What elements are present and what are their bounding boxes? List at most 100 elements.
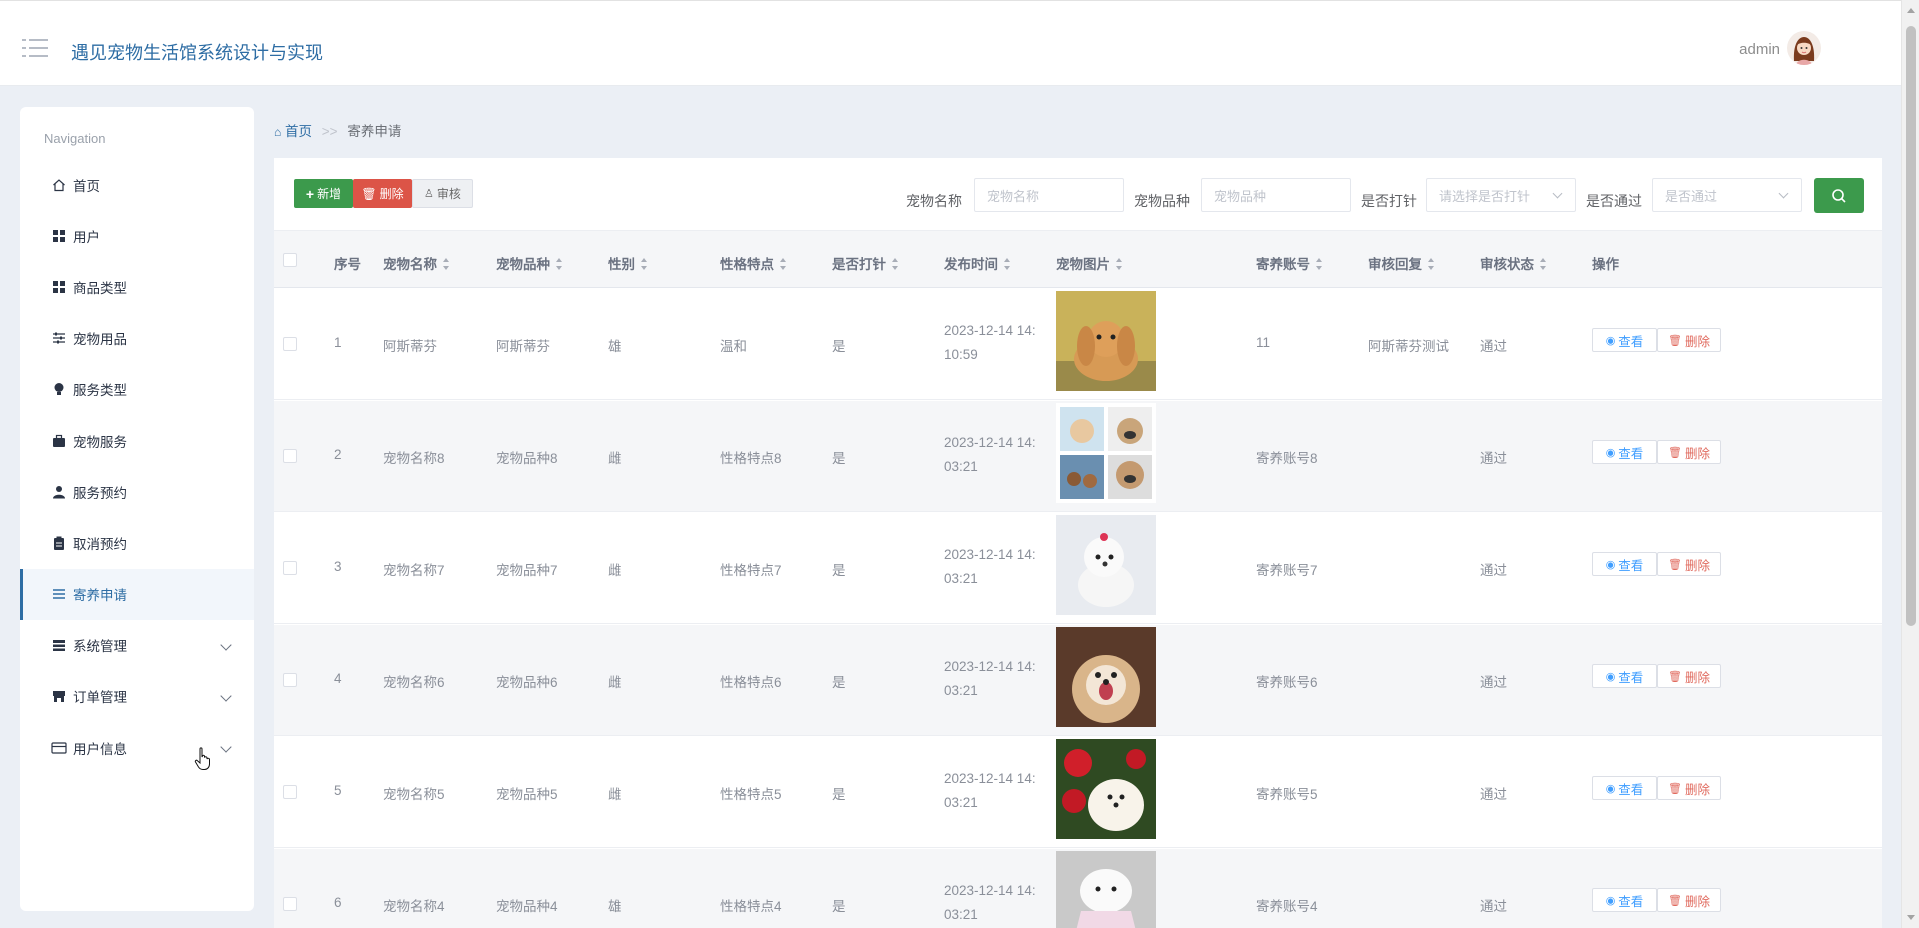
row-delete-button[interactable]: 🗑︎ 删除 <box>1657 440 1721 464</box>
row-checkbox[interactable] <box>283 673 297 687</box>
cell-account: 寄养账号8 <box>1256 451 1318 466</box>
cell-no: 3 <box>334 559 342 574</box>
table-row: 5 宠物名称5 宠物品种5 雌 性格特点5 是 2023-12-14 14:03… <box>274 737 1882 848</box>
card-icon <box>51 740 67 756</box>
pet-image[interactable] <box>1056 627 1156 727</box>
col-header-sortable[interactable]: 是否打针 <box>832 253 899 273</box>
scroll-down-icon[interactable] <box>1907 915 1915 920</box>
cell-no: 6 <box>334 895 342 910</box>
col-header-sortable[interactable]: 宠物品种 <box>496 253 563 273</box>
menu-toggle-icon[interactable] <box>22 38 48 58</box>
select-all-checkbox[interactable] <box>283 253 297 267</box>
cell-publish-time: 2023-12-14 14:03:21 <box>944 883 1036 922</box>
page-scrollbar[interactable] <box>1901 0 1919 928</box>
cell-sex: 雄 <box>608 899 622 914</box>
cell-account: 寄养账号7 <box>1256 563 1318 578</box>
sidebar-item-pet-services[interactable]: 宠物服务 <box>20 415 254 466</box>
cell-trait: 性格特点8 <box>720 451 782 466</box>
row-delete-button[interactable]: 🗑︎ 删除 <box>1657 664 1721 688</box>
view-button[interactable]: ◉ 查看 <box>1592 440 1657 464</box>
col-header-sortable[interactable]: 性别 <box>608 253 648 273</box>
row-checkbox[interactable] <box>283 897 297 911</box>
sidebar-item-service-types[interactable]: 服务类型 <box>20 364 254 415</box>
sidebar-item-label: 用户 <box>73 229 100 245</box>
sidebar-item-home[interactable]: 首页 <box>20 159 254 210</box>
cell-publish-time: 2023-12-14 14:10:59 <box>944 323 1036 362</box>
pet-breed-input[interactable]: 宠物品种 <box>1201 178 1351 212</box>
sidebar-item-users[interactable]: 用户 <box>20 210 254 261</box>
filter-name-label: 宠物名称 <box>906 193 962 209</box>
cell-vaccine: 是 <box>832 339 846 354</box>
sidebar-item-boarding-application[interactable]: 寄养申请 <box>20 568 254 620</box>
cell-publish-time: 2023-12-14 14:03:21 <box>944 771 1036 810</box>
pet-name-input[interactable]: 宠物名称 <box>974 178 1124 212</box>
cell-sex: 雌 <box>608 451 622 466</box>
col-header-sortable[interactable]: 宠物名称 <box>383 253 450 273</box>
row-delete-button[interactable]: 🗑︎ 删除 <box>1657 328 1721 352</box>
col-header-sortable[interactable]: 性格特点 <box>720 253 787 273</box>
pass-select[interactable]: 是否通过 <box>1652 178 1802 212</box>
row-checkbox[interactable] <box>283 449 297 463</box>
view-button[interactable]: ◉ 查看 <box>1592 888 1657 912</box>
audit-button[interactable]: ♙ 审核 <box>412 179 473 208</box>
sidebar: Navigation 首页 用户 商品类型 宠物用品 服务类型 宠物服务 服务预… <box>20 107 254 911</box>
col-header-sortable[interactable]: 审核状态 <box>1480 253 1547 273</box>
view-button[interactable]: ◉ 查看 <box>1592 552 1657 576</box>
pet-image[interactable] <box>1056 515 1156 615</box>
sidebar-item-label: 订单管理 <box>73 690 127 706</box>
pet-image[interactable] <box>1056 291 1156 391</box>
cell-sex: 雌 <box>608 675 622 690</box>
bulb-icon <box>51 381 67 397</box>
row-checkbox[interactable] <box>283 785 297 799</box>
search-button[interactable] <box>1814 178 1864 213</box>
row-delete-button[interactable]: 🗑︎ 删除 <box>1657 776 1721 800</box>
nav-list: 首页 用户 商品类型 宠物用品 服务类型 宠物服务 服务预约 取消预约 寄养申请… <box>20 159 254 773</box>
view-button[interactable]: ◉ 查看 <box>1592 776 1657 800</box>
add-button[interactable]: + 新增 <box>294 179 353 208</box>
table-row: 4 宠物名称6 宠物品种6 雌 性格特点6 是 2023-12-14 14:03… <box>274 625 1882 736</box>
pet-image[interactable] <box>1056 739 1156 839</box>
col-header-sortable[interactable]: 审核回复 <box>1368 253 1435 273</box>
grid-icon <box>51 279 67 295</box>
app-title: 遇见宠物生活馆系统设计与实现 <box>71 43 323 63</box>
delete-button[interactable]: 🗑︎ 删除 <box>353 179 412 208</box>
eye-icon: ◉ <box>1605 446 1616 459</box>
sidebar-item-user-info[interactable]: 用户信息 <box>20 722 254 773</box>
sort-icon <box>1540 258 1547 270</box>
sidebar-item-service-booking[interactable]: 服务预约 <box>20 466 254 517</box>
plus-icon: + <box>305 185 315 202</box>
sidebar-item-label: 用户信息 <box>73 741 127 757</box>
scroll-up-icon[interactable] <box>1907 8 1915 13</box>
cell-publish-time: 2023-12-14 14:03:21 <box>944 659 1036 698</box>
sidebar-item-cancel-booking[interactable]: 取消预约 <box>20 517 254 568</box>
pet-image[interactable] <box>1056 851 1156 928</box>
cell-status: 通过 <box>1480 339 1507 354</box>
sort-icon <box>780 258 787 270</box>
view-button[interactable]: ◉ 查看 <box>1592 664 1657 688</box>
user-name[interactable]: admin <box>1739 41 1780 58</box>
view-button[interactable]: ◉ 查看 <box>1592 328 1657 352</box>
col-header-sortable[interactable]: 发布时间 <box>944 253 1011 273</box>
breadcrumb-home[interactable]: 首页 <box>285 124 312 139</box>
scroll-thumb[interactable] <box>1906 26 1916 626</box>
vaccine-select[interactable]: 请选择是否打针 <box>1426 178 1576 212</box>
row-checkbox[interactable] <box>283 337 297 351</box>
row-checkbox[interactable] <box>283 561 297 575</box>
col-header-sortable[interactable]: 寄养账号 <box>1256 253 1323 273</box>
sidebar-item-product-types[interactable]: 商品类型 <box>20 261 254 312</box>
pet-image[interactable] <box>1056 403 1156 503</box>
col-header-sortable[interactable]: 宠物图片 <box>1056 253 1123 273</box>
sidebar-item-pet-supplies[interactable]: 宠物用品 <box>20 313 254 364</box>
view-button-label: 查看 <box>1618 782 1644 797</box>
sidebar-item-system-management[interactable]: 系统管理 <box>20 620 254 671</box>
cell-no: 5 <box>334 783 342 798</box>
cell-trait: 温和 <box>720 339 747 354</box>
avatar[interactable] <box>1787 31 1821 65</box>
cell-trait: 性格特点6 <box>720 675 782 690</box>
row-delete-label: 删除 <box>1684 558 1710 573</box>
sidebar-item-label: 服务预约 <box>73 485 127 501</box>
row-delete-button[interactable]: 🗑︎ 删除 <box>1657 888 1721 912</box>
row-delete-button[interactable]: 🗑︎ 删除 <box>1657 552 1721 576</box>
view-button-label: 查看 <box>1618 558 1644 573</box>
sidebar-item-order-management[interactable]: 订单管理 <box>20 671 254 722</box>
